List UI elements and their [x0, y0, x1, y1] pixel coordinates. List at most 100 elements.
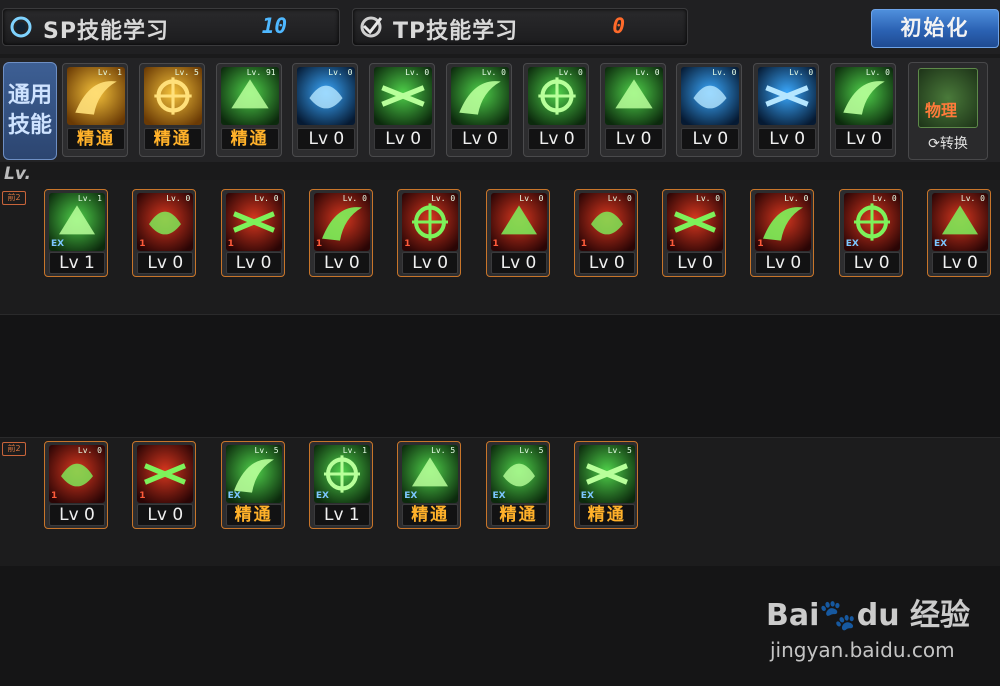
- row2-skill-1-slot[interactable]: Lv. 0 1 Lv 0: [44, 441, 108, 529]
- skill-badge: EX: [845, 239, 859, 249]
- skill-level: 精通: [578, 504, 635, 526]
- top-bar: SP技能学习 10 TP技能学习 0 初始化: [0, 0, 1000, 54]
- skill-icon: Lv. 1: [67, 67, 125, 125]
- skill-level: 精通: [220, 128, 279, 150]
- general-label-line1: 通用: [7, 83, 52, 108]
- general-skill-2-slot[interactable]: Lv. 5 精通: [138, 63, 205, 157]
- skill-icon-level: Lv. 91: [246, 68, 276, 77]
- skill-icon: Lv. 0: [835, 67, 893, 125]
- skill-icon-level: Lv. 0: [254, 194, 279, 203]
- skill-icon-level: Lv. 1: [77, 194, 102, 203]
- row2-skill-5-slot[interactable]: Lv. 5 EX 精通: [397, 441, 462, 529]
- skill-icon-level: Lv. 0: [872, 194, 897, 203]
- skill-level: Lv 0: [667, 252, 724, 274]
- skill-badge: EX: [580, 491, 594, 501]
- skill-icon-level: Lv. 0: [960, 194, 985, 203]
- skill-badge: EX: [934, 239, 948, 249]
- skill-badge: 1: [404, 239, 411, 249]
- row1-skill-8-slot[interactable]: Lv. 0 1 Lv 0: [662, 189, 727, 277]
- sp-points-panel: SP技能学习 10: [2, 8, 340, 46]
- general-skill-1-slot[interactable]: Lv. 1 精通: [62, 63, 128, 157]
- row1-skill-7-slot[interactable]: Lv. 0 1 Lv 0: [573, 189, 638, 277]
- skill-icon: Lv. 5 EX: [490, 445, 547, 503]
- skill-icon-level: Lv. 0: [328, 68, 353, 77]
- row1-skill-3-slot[interactable]: Lv. 0 1 Lv 0: [220, 189, 285, 277]
- row1-skill-11-slot[interactable]: Lv. 0 EX Lv 0: [927, 189, 991, 277]
- row2-skill-7-slot[interactable]: Lv. 5 EX 精通: [573, 441, 638, 529]
- row1-skill-4-slot[interactable]: Lv. 0 1 Lv 0: [308, 189, 373, 277]
- skill-badge: EX: [404, 491, 418, 501]
- general-skill-6-slot[interactable]: Lv. 0 Lv 0: [446, 63, 512, 157]
- skill-badge: 1: [51, 491, 58, 501]
- skill-icon: Lv. 91: [220, 67, 279, 125]
- general-skill-5-slot[interactable]: Lv. 0 Lv 0: [369, 63, 436, 157]
- skill-badge: 1: [139, 491, 146, 501]
- skill-icon-level: Lv. 1: [97, 68, 122, 77]
- row1-skill-1-slot[interactable]: Lv. 1 EX Lv 1: [44, 189, 108, 277]
- skill-icon: Lv. 0 1: [490, 193, 547, 251]
- general-skill-3-slot[interactable]: Lv. 91 精通: [215, 63, 282, 157]
- skill-icon-level: Lv. 0: [558, 68, 583, 77]
- row-tag-2: 前2: [2, 442, 26, 456]
- general-skill-8-slot[interactable]: Lv. 0 Lv 0: [599, 63, 666, 157]
- row1-skill-6-slot[interactable]: Lv. 0 1 Lv 0: [485, 189, 550, 277]
- reset-button[interactable]: 初始化: [871, 9, 999, 48]
- tp-points-panel: TP技能学习 0: [352, 8, 688, 46]
- skill-icon: Lv. 5 EX: [578, 445, 635, 503]
- skill-icon: Lv. 0 1: [578, 193, 635, 251]
- empty-skill-area: [0, 315, 1000, 437]
- general-skill-11-slot[interactable]: Lv. 0 Lv 0: [830, 63, 896, 157]
- row2-skill-2-slot[interactable]: 1 Lv 0: [132, 441, 197, 529]
- skill-icon: Lv. 0: [604, 67, 663, 125]
- skill-icon: Lv. 0: [758, 67, 817, 125]
- skill-level: Lv 0: [681, 128, 740, 150]
- general-skill-10-slot[interactable]: Lv. 0 Lv 0: [753, 63, 820, 157]
- tp-check-icon: [360, 16, 383, 38]
- sp-label: SP技能学习: [43, 19, 169, 44]
- switch-button[interactable]: 物理 ⟳转换: [908, 62, 988, 160]
- skill-icon: Lv. 0 1: [137, 193, 194, 251]
- switch-icon-text: 物理: [925, 101, 958, 120]
- skill-icon: Lv. 0 1: [402, 193, 459, 251]
- sp-ring-icon: [10, 16, 32, 38]
- row1-skill-5-slot[interactable]: Lv. 0 1 Lv 0: [397, 189, 462, 277]
- skill-icon-level: Lv. 0: [696, 194, 721, 203]
- skill-icon-level: Lv. 0: [77, 446, 102, 455]
- skill-level: 精通: [67, 128, 125, 150]
- skill-icon-level: Lv. 0: [712, 68, 737, 77]
- skill-icon: Lv. 0: [527, 67, 586, 125]
- skill-icon-level: Lv. 0: [342, 194, 367, 203]
- general-skill-7-slot[interactable]: Lv. 0 Lv 0: [522, 63, 589, 157]
- skill-level: Lv 0: [527, 128, 586, 150]
- row1-skill-2-slot[interactable]: Lv. 0 1 Lv 0: [132, 189, 197, 277]
- sp-value: 10: [261, 14, 287, 38]
- skill-level: Lv 0: [835, 128, 893, 150]
- skill-level: Lv 1: [313, 504, 370, 526]
- skill-badge: 1: [757, 239, 764, 249]
- skill-icon-level: Lv. 0: [405, 68, 430, 77]
- skill-level: Lv 0: [225, 252, 282, 274]
- row2-skill-4-slot[interactable]: Lv. 1 EX Lv 1: [308, 441, 373, 529]
- skill-icon: Lv. 0 EX: [843, 193, 900, 251]
- switch-physical-icon: 物理: [918, 68, 978, 128]
- row1-skill-10-slot[interactable]: Lv. 0 EX Lv 0: [838, 189, 903, 277]
- row2-skill-6-slot[interactable]: Lv. 5 EX 精通: [485, 441, 550, 529]
- row2-skill-3-slot[interactable]: Lv. 5 EX 精通: [220, 441, 285, 529]
- skill-icon: Lv. 0 EX: [932, 193, 988, 251]
- skill-icon: 1: [137, 445, 194, 503]
- skill-level: Lv 0: [604, 128, 663, 150]
- skill-badge: 1: [669, 239, 676, 249]
- general-skill-4-slot[interactable]: Lv. 0 Lv 0: [292, 63, 359, 157]
- skill-level: Lv 0: [755, 252, 812, 274]
- row1-skill-9-slot[interactable]: Lv. 0 1 Lv 0: [750, 189, 815, 277]
- general-skill-9-slot[interactable]: Lv. 0 Lv 0: [676, 63, 743, 157]
- skill-icon-level: Lv. 5: [174, 68, 199, 77]
- general-skills-tab[interactable]: 通用 技能: [3, 62, 57, 160]
- skill-icon: Lv. 0 1: [313, 193, 370, 251]
- skill-level: Lv 1: [49, 252, 105, 274]
- skill-icon: Lv. 0: [297, 67, 356, 125]
- skill-level: Lv 0: [49, 504, 105, 526]
- tp-value: 0: [612, 14, 625, 38]
- skill-icon-level: Lv. 5: [254, 446, 279, 455]
- skill-level: Lv 0: [297, 128, 356, 150]
